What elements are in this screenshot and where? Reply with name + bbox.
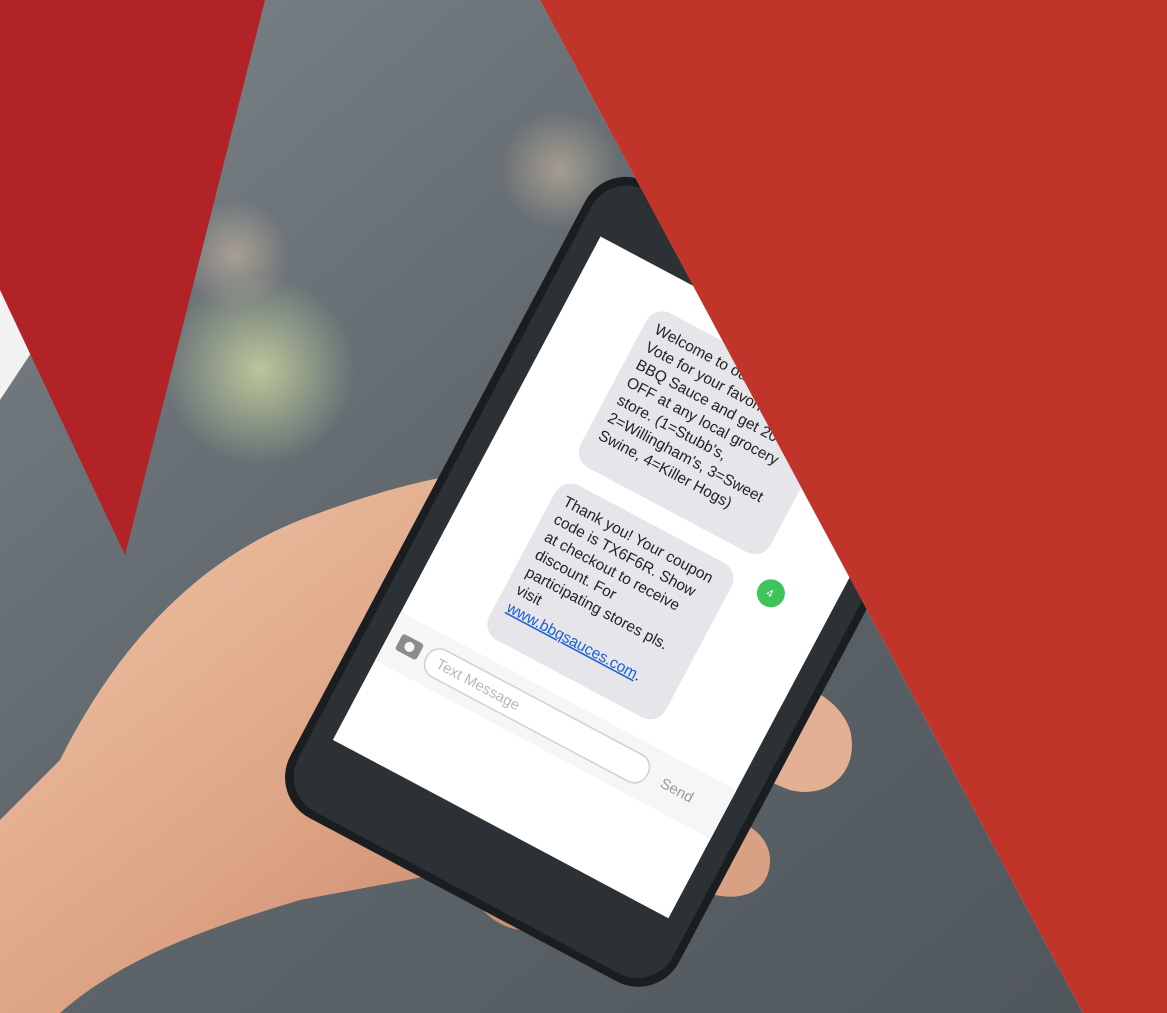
hero-image: Welcome to our poll! Vote for your favor…	[0, 0, 1167, 1013]
